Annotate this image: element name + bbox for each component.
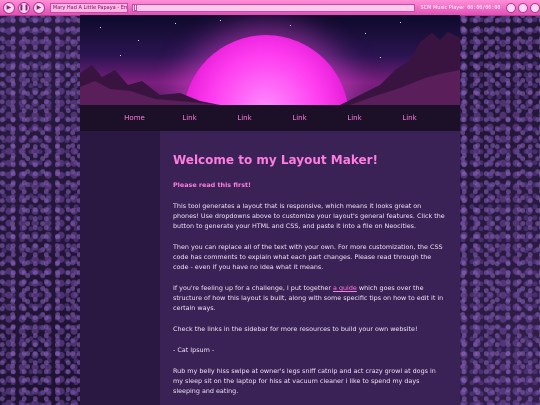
music-player: ▶ ❚❚ ▶ Mary Had A Little Papaya - Emrey … <box>0 0 540 15</box>
nav-link-5[interactable]: Link <box>382 114 437 122</box>
sidebar <box>80 131 160 405</box>
guide-link[interactable]: a guide <box>333 284 357 292</box>
star <box>175 23 176 24</box>
play-icon: ▶ <box>6 3 12 11</box>
mountains-left <box>80 55 220 105</box>
nav-link-home[interactable]: Home <box>107 114 162 122</box>
nav-link-1[interactable]: Link <box>162 114 217 122</box>
star <box>138 40 139 41</box>
playlist-button[interactable] <box>518 2 529 13</box>
paragraph-guide: If you're feeling up for a challenge, I … <box>173 283 447 313</box>
nav-link-2[interactable]: Link <box>217 114 272 122</box>
read-first-note: Please read this first! <box>173 181 251 189</box>
pause-icon: ❚❚ <box>18 3 29 11</box>
menu-button[interactable] <box>530 2 540 13</box>
paragraph-sidebar-links: Check the links in the sidebar for more … <box>173 325 418 333</box>
track-title: Mary Had A Little Papaya - Emrey <box>49 2 128 13</box>
paragraph-customize: Then you can replace all of the text wit… <box>173 243 443 271</box>
star <box>290 25 291 26</box>
nav-link-4[interactable]: Link <box>327 114 382 122</box>
star <box>100 27 101 28</box>
guide-text-before: If you're feeling up for a challenge, I … <box>173 284 333 292</box>
paragraph-cat-ipsum: Rub my belly hiss swipe at owner's legs … <box>173 367 436 395</box>
nav-bar: Home Link Link Link Link Link <box>80 105 460 131</box>
header-banner <box>80 15 460 105</box>
page-title: Welcome to my Layout Maker! <box>173 153 379 167</box>
play-button[interactable]: ▶ <box>3 1 15 14</box>
volume-button[interactable] <box>506 2 517 13</box>
progress-knob[interactable] <box>133 3 137 11</box>
player-time: 00:00/00:00 <box>467 4 501 11</box>
main-content: Welcome to my Layout Maker! Please read … <box>160 131 460 405</box>
paragraph-intro: This tool generates a layout that is res… <box>173 202 445 230</box>
nav-link-3[interactable]: Link <box>272 114 327 122</box>
cat-ipsum-heading: - Cat Ipsum - <box>173 346 215 354</box>
player-name: SCM Music Player <box>420 4 465 11</box>
star <box>400 22 401 23</box>
pause-button[interactable]: ❚❚ <box>17 1 30 14</box>
star <box>220 20 221 21</box>
mountains-right <box>340 30 460 105</box>
next-icon: ▶ <box>36 3 42 11</box>
page-container: Home Link Link Link Link Link Welcome to… <box>80 15 460 405</box>
next-button[interactable]: ▶ <box>32 1 45 14</box>
progress-bar[interactable] <box>131 3 416 12</box>
